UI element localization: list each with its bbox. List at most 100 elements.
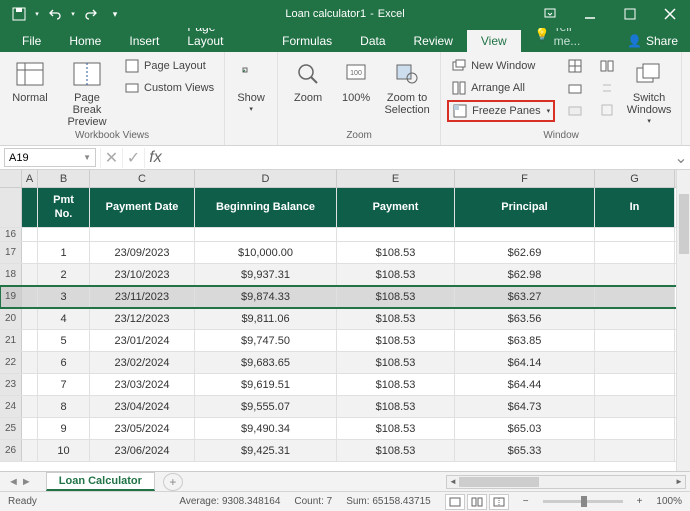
scroll-thumb[interactable] <box>679 194 689 254</box>
cell-balance[interactable]: $9,874.33 <box>195 286 337 307</box>
row-header[interactable]: 26 <box>0 440 22 461</box>
cell-payment[interactable]: $108.53 <box>337 286 455 307</box>
cell-date[interactable]: 23/04/2024 <box>90 396 195 417</box>
scroll-thumb[interactable] <box>459 477 539 487</box>
cell-pmt-no[interactable]: 4 <box>38 308 90 329</box>
split-button[interactable] <box>563 56 587 76</box>
unhide-button[interactable] <box>563 100 587 120</box>
cell-balance[interactable]: $9,555.07 <box>195 396 337 417</box>
cell-payment[interactable]: $108.53 <box>337 374 455 395</box>
cell-payment[interactable]: $108.53 <box>337 242 455 263</box>
sheet-tab-loan-calculator[interactable]: Loan Calculator <box>46 472 155 491</box>
cell-pmt-no[interactable]: 10 <box>38 440 90 461</box>
col-header-E[interactable]: E <box>337 170 455 187</box>
cell-balance[interactable]: $9,425.31 <box>195 440 337 461</box>
cell-payment[interactable]: $108.53 <box>337 264 455 285</box>
formula-input[interactable] <box>166 152 672 164</box>
col-header-F[interactable]: F <box>455 170 595 187</box>
table-row[interactable]: 17123/09/2023$10,000.00$108.53$62.69 <box>0 242 690 264</box>
switch-windows-button[interactable]: Switch Windows▾ <box>623 56 675 128</box>
cell-principal[interactable]: $65.03 <box>455 418 595 439</box>
scroll-left-icon[interactable]: ◄ <box>447 476 459 488</box>
zoom-out-icon[interactable]: − <box>523 496 529 507</box>
qat-dropdown-2[interactable]: ▾ <box>68 3 78 25</box>
cell-pmt-no[interactable]: 7 <box>38 374 90 395</box>
cell-date[interactable]: 23/02/2024 <box>90 352 195 373</box>
normal-button[interactable]: Normal <box>6 56 54 106</box>
zoom-slider[interactable] <box>543 500 623 503</box>
arrange-all-button[interactable]: Arrange All <box>447 78 555 98</box>
tab-home[interactable]: Home <box>55 30 115 52</box>
cell-principal[interactable]: $63.85 <box>455 330 595 351</box>
undo-icon[interactable] <box>44 3 66 25</box>
sheet-nav-prev-icon[interactable]: ◄ <box>8 476 19 488</box>
table-row[interactable]: 18223/10/2023$9,937.31$108.53$62.98 <box>0 264 690 286</box>
tab-insert[interactable]: Insert <box>115 30 173 52</box>
hide-button[interactable] <box>563 78 587 98</box>
maximize-icon[interactable] <box>610 0 650 28</box>
cell-pmt-no[interactable]: 5 <box>38 330 90 351</box>
custom-views-button[interactable]: Custom Views <box>120 78 218 98</box>
cell-principal[interactable]: $64.14 <box>455 352 595 373</box>
qat-customize-icon[interactable]: ▾ <box>104 3 126 25</box>
minimize-icon[interactable] <box>570 0 610 28</box>
col-header-D[interactable]: D <box>195 170 337 187</box>
redo-icon[interactable] <box>80 3 102 25</box>
cell-principal[interactable]: $65.33 <box>455 440 595 461</box>
cell-date[interactable]: 23/12/2023 <box>90 308 195 329</box>
select-all-corner[interactable] <box>0 170 22 187</box>
table-row[interactable]: 25923/05/2024$9,490.34$108.53$65.03 <box>0 418 690 440</box>
save-icon[interactable] <box>8 3 30 25</box>
hdr-interest[interactable]: In <box>595 188 675 227</box>
table-row[interactable]: 24823/04/2024$9,555.07$108.53$64.73 <box>0 396 690 418</box>
zoom-100-button[interactable]: 100100% <box>336 56 376 106</box>
tab-view[interactable]: View <box>467 30 521 52</box>
cell-date[interactable]: 23/09/2023 <box>90 242 195 263</box>
cell-pmt-no[interactable]: 6 <box>38 352 90 373</box>
row-header[interactable]: 23 <box>0 374 22 395</box>
cell-payment[interactable]: $108.53 <box>337 396 455 417</box>
col-header-G[interactable]: G <box>595 170 675 187</box>
cell-principal[interactable]: $63.27 <box>455 286 595 307</box>
zoom-knob[interactable] <box>581 496 587 507</box>
cell-balance[interactable]: $9,811.06 <box>195 308 337 329</box>
cell-pmt-no[interactable]: 3 <box>38 286 90 307</box>
cancel-formula-icon[interactable]: ✕ <box>100 148 122 168</box>
tab-formulas[interactable]: Formulas <box>268 30 346 52</box>
cell-principal[interactable]: $64.44 <box>455 374 595 395</box>
freeze-panes-button[interactable]: Freeze Panes▾ <box>447 100 555 122</box>
table-row[interactable]: 22623/02/2024$9,683.65$108.53$64.14 <box>0 352 690 374</box>
table-row[interactable]: 23723/03/2024$9,619.51$108.53$64.44 <box>0 374 690 396</box>
cell-pmt-no[interactable]: 9 <box>38 418 90 439</box>
table-row[interactable]: 20423/12/2023$9,811.06$108.53$63.56 <box>0 308 690 330</box>
cell-principal[interactable]: $63.56 <box>455 308 595 329</box>
table-row[interactable]: 261023/06/2024$9,425.31$108.53$65.33 <box>0 440 690 462</box>
row-header[interactable]: 25 <box>0 418 22 439</box>
row-header-16[interactable]: 16 <box>0 228 22 241</box>
cell-balance[interactable]: $10,000.00 <box>195 242 337 263</box>
new-window-button[interactable]: New Window <box>447 56 555 76</box>
zoom-in-icon[interactable]: + <box>637 496 643 507</box>
name-box[interactable]: A19▼ <box>4 148 96 167</box>
zoom-button[interactable]: Zoom <box>284 56 332 106</box>
col-header-B[interactable]: B <box>38 170 90 187</box>
fx-icon[interactable]: fx <box>144 148 166 168</box>
cell-date[interactable]: 23/03/2024 <box>90 374 195 395</box>
cell-balance[interactable]: $9,490.34 <box>195 418 337 439</box>
tab-review[interactable]: Review <box>400 30 467 52</box>
tab-data[interactable]: Data <box>346 30 399 52</box>
reset-window-button[interactable] <box>595 100 619 120</box>
share-button[interactable]: 👤Share <box>615 30 690 52</box>
cell-payment[interactable]: $108.53 <box>337 308 455 329</box>
cell-principal[interactable]: $62.98 <box>455 264 595 285</box>
row-header[interactable]: 19 <box>0 286 22 307</box>
cell-payment[interactable]: $108.53 <box>337 418 455 439</box>
cell-date[interactable]: 23/06/2024 <box>90 440 195 461</box>
row-header[interactable]: 21 <box>0 330 22 351</box>
sheet-nav-next-icon[interactable]: ► <box>21 476 32 488</box>
row-header[interactable]: 22 <box>0 352 22 373</box>
hdr-payment-date[interactable]: Payment Date <box>90 188 195 227</box>
cell-date[interactable]: 23/01/2024 <box>90 330 195 351</box>
page-layout-button[interactable]: Page Layout <box>120 56 218 76</box>
table-row[interactable]: 21523/01/2024$9,747.50$108.53$63.85 <box>0 330 690 352</box>
